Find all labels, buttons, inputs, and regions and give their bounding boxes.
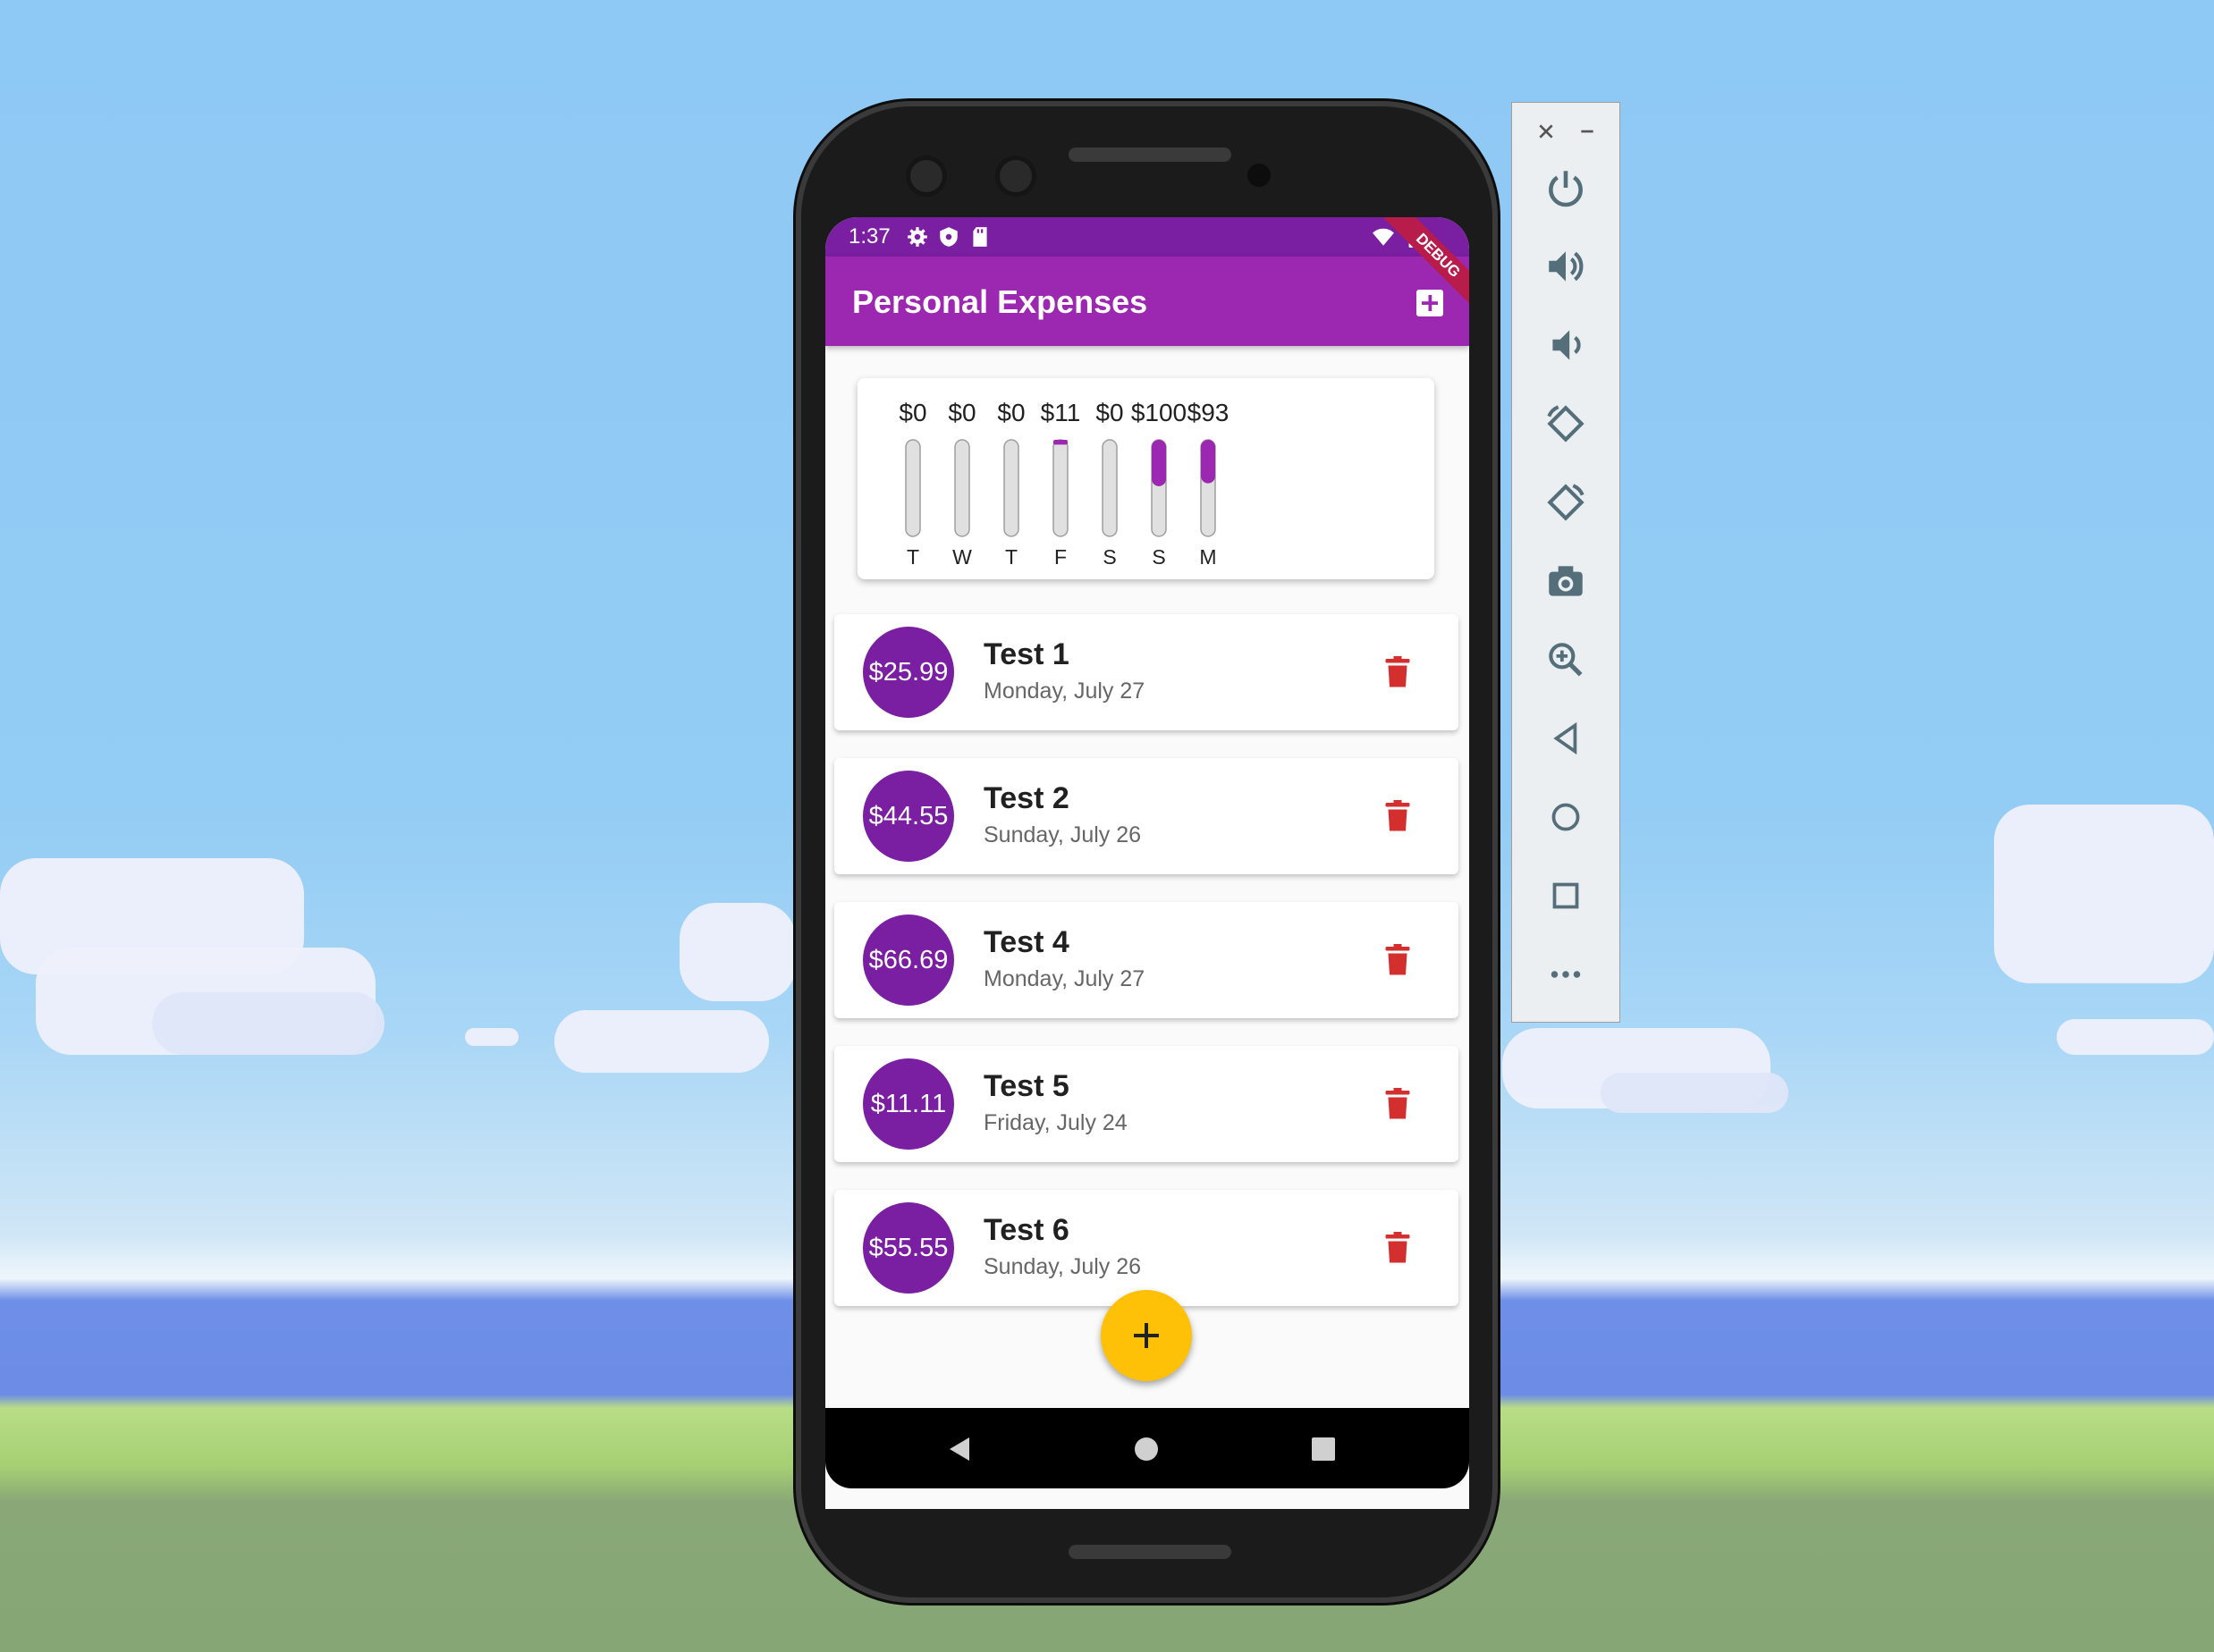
phone-frame: 1:37 Personal Expenses DEBUG $0 T $0 W $…	[796, 101, 1498, 1603]
bar-value-label: $0	[948, 399, 976, 426]
bar-value-label: $0	[997, 399, 1025, 426]
camera-icon[interactable]	[1543, 559, 1588, 603]
rotate-left-icon[interactable]	[1543, 401, 1588, 446]
volume-down-icon[interactable]	[1543, 323, 1588, 367]
delete-icon[interactable]	[1382, 1230, 1414, 1266]
bar-value-label: $100	[1131, 399, 1187, 426]
transaction-date: Sunday, July 26	[984, 822, 1142, 847]
bar-track	[954, 439, 970, 537]
transaction-title: Test 6	[984, 1213, 1069, 1247]
transaction-title: Test 5	[984, 1069, 1069, 1103]
emulator-toolbar	[1511, 102, 1620, 1023]
power-icon[interactable]	[1543, 165, 1588, 210]
zoom-icon[interactable]	[1543, 637, 1588, 682]
bar-fill	[1053, 440, 1068, 445]
transaction-card: $55.55 Test 6 Sunday, July 26	[834, 1190, 1458, 1306]
rotate-right-icon[interactable]	[1543, 480, 1588, 525]
bar-day-label: S	[1103, 545, 1116, 569]
amount-label: $25.99	[868, 657, 949, 687]
transaction-date: Friday, July 24	[984, 1110, 1128, 1135]
bar-day-label: T	[907, 545, 919, 569]
amount-avatar: $11.11	[863, 1058, 954, 1150]
app-bar: Personal Expenses	[825, 257, 1469, 346]
status-time: 1:37	[849, 224, 891, 249]
amount-label: $66.69	[868, 945, 949, 974]
delete-icon[interactable]	[1382, 654, 1414, 690]
status-bar: 1:37	[825, 217, 1469, 257]
bottom-speaker	[1069, 1545, 1231, 1559]
bar-track	[1003, 439, 1019, 537]
volume-up-icon[interactable]	[1543, 244, 1588, 289]
transaction-date: Sunday, July 26	[984, 1254, 1142, 1279]
transaction-card: $11.11 Test 5 Friday, July 24	[834, 1046, 1458, 1162]
android-nav-bar	[825, 1408, 1469, 1488]
bar-day-label: W	[952, 545, 972, 569]
minimize-icon[interactable]	[1573, 117, 1601, 146]
bar-track	[1052, 439, 1069, 537]
more-icon[interactable]	[1543, 952, 1588, 997]
transaction-card: $44.55 Test 2 Sunday, July 26	[834, 758, 1458, 874]
delete-icon[interactable]	[1382, 942, 1414, 978]
settings-icon	[908, 227, 927, 247]
bar-fill	[1201, 440, 1215, 484]
nav-home-icon[interactable]	[1133, 1436, 1160, 1462]
app-screen: 1:37 Personal Expenses DEBUG $0 T $0 W $…	[825, 217, 1469, 1509]
amount-avatar: $44.55	[863, 771, 954, 862]
amount-avatar: $66.69	[863, 914, 954, 1006]
close-icon[interactable]	[1532, 117, 1560, 146]
transaction-title: Test 1	[984, 637, 1069, 671]
amount-label: $55.55	[868, 1233, 949, 1262]
nav-back-icon[interactable]	[946, 1436, 973, 1462]
bar-day-label: M	[1199, 545, 1216, 569]
delete-icon[interactable]	[1382, 798, 1414, 834]
amount-avatar: $25.99	[863, 627, 954, 718]
amount-avatar: $55.55	[863, 1202, 954, 1294]
add-box-icon[interactable]	[1414, 287, 1446, 319]
transaction-date: Monday, July 27	[984, 678, 1145, 704]
delete-icon[interactable]	[1382, 1086, 1414, 1122]
app-title: Personal Expenses	[852, 283, 1148, 320]
home-icon[interactable]	[1543, 795, 1588, 839]
bar-day-label: T	[1005, 545, 1018, 569]
nav-overview-icon[interactable]	[1310, 1436, 1337, 1462]
sd-card-icon	[973, 227, 987, 247]
amount-label: $11.11	[870, 1089, 947, 1118]
transaction-title: Test 2	[984, 781, 1069, 815]
bar-fill	[1152, 440, 1166, 486]
wifi-icon	[1373, 228, 1394, 246]
amount-label: $44.55	[868, 801, 949, 830]
transaction-title: Test 4	[984, 925, 1069, 959]
bar-value-label: $0	[899, 399, 926, 426]
transaction-date: Monday, July 27	[984, 966, 1145, 991]
shield-icon	[940, 227, 958, 247]
front-camera	[910, 160, 942, 192]
bar-value-label: $11	[1041, 399, 1081, 426]
bar-value-label: $0	[1095, 399, 1123, 426]
weekly-chart: $0 T $0 W $0 T $11 F $0 S $100 S $93 M	[899, 399, 1230, 569]
transaction-card: $66.69 Test 4 Monday, July 27	[834, 902, 1458, 1018]
bar-value-label: $93	[1187, 399, 1230, 426]
proximity-sensor	[1247, 164, 1271, 187]
plus-icon	[1134, 1323, 1159, 1348]
front-sensor	[1000, 160, 1032, 192]
back-icon[interactable]	[1543, 716, 1588, 761]
earpiece-speaker	[1069, 148, 1231, 162]
weekly-chart-card: $0 T $0 W $0 T $11 F $0 S $100 S $93 M	[858, 378, 1434, 579]
add-transaction-fab[interactable]	[1101, 1290, 1192, 1381]
bar-track	[905, 439, 921, 537]
bar-track	[1102, 439, 1118, 537]
bar-day-label: F	[1054, 545, 1067, 569]
transaction-card: $25.99 Test 1 Monday, July 27	[834, 614, 1458, 730]
overview-icon[interactable]	[1543, 873, 1588, 918]
bar-day-label: S	[1152, 545, 1165, 569]
